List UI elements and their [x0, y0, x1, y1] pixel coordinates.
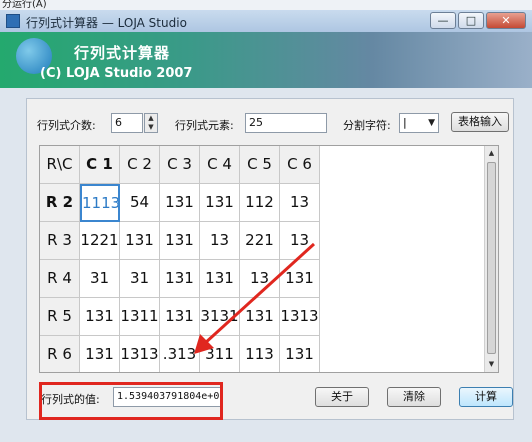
annotation-arrow-line [202, 242, 316, 346]
annotation-arrow [194, 242, 316, 354]
